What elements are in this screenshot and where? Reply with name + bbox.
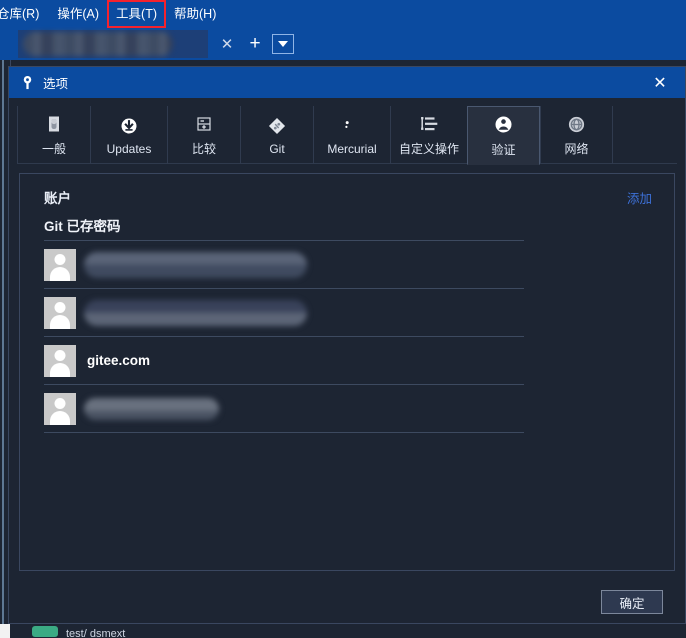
avatar [44,248,76,281]
list-item[interactable] [44,385,524,433]
general-icon [43,113,65,135]
dialog-title-bar: 选项 ✕ [9,67,685,98]
tab-compare[interactable]: 比较 [167,106,240,164]
avatar-head [54,301,66,313]
tab-compare-label: 比较 [191,142,216,156]
authentication-panel: 账户 添加 Git 已存密码 gitee.com [19,173,675,571]
globe-icon [566,113,588,135]
menu-item-tools[interactable]: 工具(T) [107,0,166,28]
avatar [44,296,76,329]
dialog-title: 选项 [43,77,69,91]
tab-git-label: Git [269,141,285,156]
dialog-body: 一般 Updates 比较 Git Mercurial 自定义操作 验证 网络 … [9,98,685,623]
saved-passwords-heading: Git 已存密码 [44,219,121,234]
tab-network[interactable]: 网络 [540,106,613,164]
application-window: 仓库(R) 操作(A) 工具(T) 帮助(H) ✕ + test/ dsmext [0,0,686,638]
key-icon [19,74,36,91]
tab-git[interactable]: Git [240,106,313,164]
list-item[interactable] [44,289,524,337]
tab-mercurial[interactable]: Mercurial [313,106,390,164]
tab-custom-actions[interactable]: 自定义操作 [390,106,467,164]
tab-authentication[interactable]: 验证 [467,106,540,165]
close-icon[interactable]: ✕ [649,72,671,94]
branch-badge [32,625,58,637]
tab-mercurial-label: Mercurial [327,141,377,156]
accounts-header: 账户 添加 [20,174,674,207]
list-item[interactable] [44,241,524,289]
background-left-rail [2,60,4,624]
tab-updates-label: Updates [106,141,152,156]
background-status-row: test/ dsmext [10,624,686,638]
menu-item-actions[interactable]: 操作(A) [48,0,108,28]
avatar-head [54,253,66,265]
list-item[interactable]: gitee.com [44,337,524,385]
saved-passwords-list: gitee.com [20,241,674,433]
tab-general[interactable]: 一般 [17,106,90,164]
avatar-body [50,266,70,281]
menu-bar: 仓库(R) 操作(A) 工具(T) 帮助(H) [0,0,686,28]
background-status-text: test/ dsmext [66,628,126,638]
account-name-redacted [84,397,219,420]
avatar-head [54,397,66,409]
avatar-body [50,314,70,329]
account-name-redacted [84,251,307,278]
account-name: gitee.com [87,353,151,368]
options-dialog: 选项 ✕ 一般 Updates 比较 Git Mercurial 自定义操作 验… [8,66,686,624]
add-tab-icon[interactable]: + [244,32,266,56]
person-auth-icon [493,114,515,136]
account-name-redacted [84,299,307,326]
chevron-down-icon[interactable] [272,34,294,54]
tab-authentication-label: 验证 [491,142,516,157]
menu-item-help[interactable]: 帮助(H) [165,0,225,28]
avatar [44,344,76,377]
caret-shape [278,41,288,47]
tab-network-label: 网络 [564,142,589,156]
download-icon [118,115,140,137]
add-account-link[interactable]: 添加 [627,188,652,207]
avatar [44,392,76,425]
avatar-body [50,362,70,377]
compare-icon [193,113,215,135]
repository-tab-label-redacted [23,32,173,56]
menu-item-repository[interactable]: 仓库(R) [0,0,48,28]
dialog-footer: 确定 [17,581,677,623]
tab-general-label: 一般 [41,142,66,156]
options-tab-bar: 一般 Updates 比较 Git Mercurial 自定义操作 验证 网络 [17,106,677,165]
tab-updates[interactable]: Updates [90,106,167,164]
repository-tab[interactable] [18,30,208,58]
git-icon [266,115,288,137]
tab-custom-actions-label: 自定义操作 [398,142,459,156]
ok-button[interactable]: 确定 [601,590,663,614]
close-tab-icon[interactable]: ✕ [216,32,238,56]
repository-tab-strip: ✕ + [0,28,686,60]
custom-actions-icon [418,113,440,135]
mercurial-icon [341,115,363,137]
accounts-heading: 账户 [44,191,71,206]
avatar-body [50,410,70,425]
avatar-head [54,349,66,361]
